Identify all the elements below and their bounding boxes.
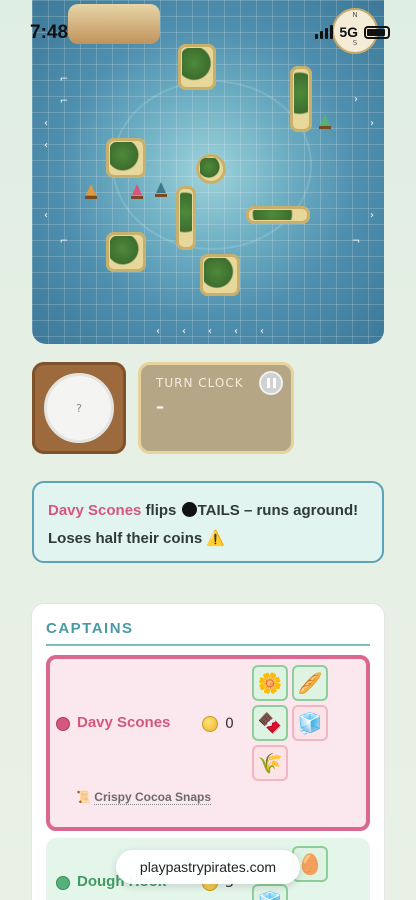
game-board[interactable]: N S ⌐ ⌐ ‹ ‹ ‹ ⌐ › › › ¬ ‹ ‹ ‹ ‹ ‹ xyxy=(32,0,384,344)
captain-coins: 0 xyxy=(225,716,234,732)
island[interactable] xyxy=(246,206,310,224)
ingredient-tile[interactable]: 🧊 xyxy=(252,884,288,900)
wind-arrow-icon: › xyxy=(370,118,374,129)
wind-arrow-icon: › xyxy=(370,210,374,221)
game-logo xyxy=(68,4,160,44)
ingredient-tile[interactable]: 🌾 xyxy=(252,745,288,781)
wind-arrow-icon: › xyxy=(354,94,358,105)
wind-arrow-icon: ¬ xyxy=(351,236,361,247)
ingredient-tile[interactable]: 🌼 xyxy=(252,665,288,701)
wind-arrow-icon: ‹ xyxy=(156,326,160,337)
recipe-card[interactable]: 📜 Crispy Cocoa Snaps xyxy=(76,787,211,807)
banner-captain: Davy Scones xyxy=(48,502,142,519)
captain-color-dot xyxy=(56,717,70,731)
wind-arrow-icon: ‹ xyxy=(44,210,48,221)
scroll-icon: 📜 xyxy=(76,790,91,804)
coin-face[interactable]: ? xyxy=(44,373,114,443)
turn-clock-value: – xyxy=(156,397,164,416)
wind-arrow-icon: ⌐ xyxy=(59,74,69,85)
ship-icon[interactable] xyxy=(84,184,98,200)
wind-arrow-icon: ‹ xyxy=(44,118,48,129)
pause-button[interactable] xyxy=(259,371,283,395)
wind-arrow-icon: ⌐ xyxy=(59,236,69,247)
ship-icon[interactable] xyxy=(318,114,332,130)
wind-arrow-icon: ‹ xyxy=(208,326,212,337)
ingredient-tile[interactable]: 🧊 xyxy=(292,705,328,741)
island[interactable] xyxy=(196,154,226,184)
turn-clock-card: TURN CLOCK – xyxy=(138,362,294,454)
coin-icon xyxy=(202,716,218,732)
compass-north: N xyxy=(352,11,358,19)
island[interactable] xyxy=(290,66,312,132)
wind-arrow-icon: ‹ xyxy=(260,326,264,337)
banner-result: TAILS xyxy=(197,502,240,519)
wind-arrow-icon: ‹ xyxy=(234,326,238,337)
captain-color-dot xyxy=(56,876,70,890)
island[interactable] xyxy=(106,232,146,272)
banner-text-before: flips xyxy=(141,502,181,519)
compass-south: S xyxy=(352,39,358,47)
captains-title: CAPTAINS xyxy=(46,620,134,637)
ship-icon[interactable] xyxy=(130,184,144,200)
ship-icon[interactable] xyxy=(154,182,168,198)
island[interactable] xyxy=(178,44,216,90)
wind-arrow-icon: ⌐ xyxy=(59,96,69,107)
ingredient-tile[interactable]: 🍫 xyxy=(252,705,288,741)
divider xyxy=(46,644,370,646)
url-bar[interactable]: playpastrypirates.com xyxy=(116,850,300,884)
wind-arrow-icon: ‹ xyxy=(44,140,48,151)
pause-icon-bar xyxy=(272,378,276,388)
captain-name: Davy Scones xyxy=(77,714,171,731)
compass-icon: N S xyxy=(332,8,378,54)
island[interactable] xyxy=(106,138,146,178)
event-banner: Davy Scones flips TAILS – runs aground! … xyxy=(32,481,384,563)
island[interactable] xyxy=(176,186,196,250)
wind-arrow-icon: ‹ xyxy=(182,326,186,337)
coin-flip-card[interactable]: ? xyxy=(32,362,126,454)
warning-icon: ⚠️ xyxy=(206,530,226,547)
turn-clock-label: TURN CLOCK xyxy=(156,376,244,390)
captain-card[interactable]: Davy Scones 0 🌼 🥖 🍫 🧊 🌾 📜 Crispy Cocoa S… xyxy=(46,655,370,831)
pause-icon xyxy=(266,378,270,388)
ingredient-tile[interactable]: 🥖 xyxy=(292,665,328,701)
island[interactable] xyxy=(200,254,240,296)
recipe-name[interactable]: Crispy Cocoa Snaps xyxy=(94,790,211,805)
coin-tails-icon xyxy=(181,502,197,517)
